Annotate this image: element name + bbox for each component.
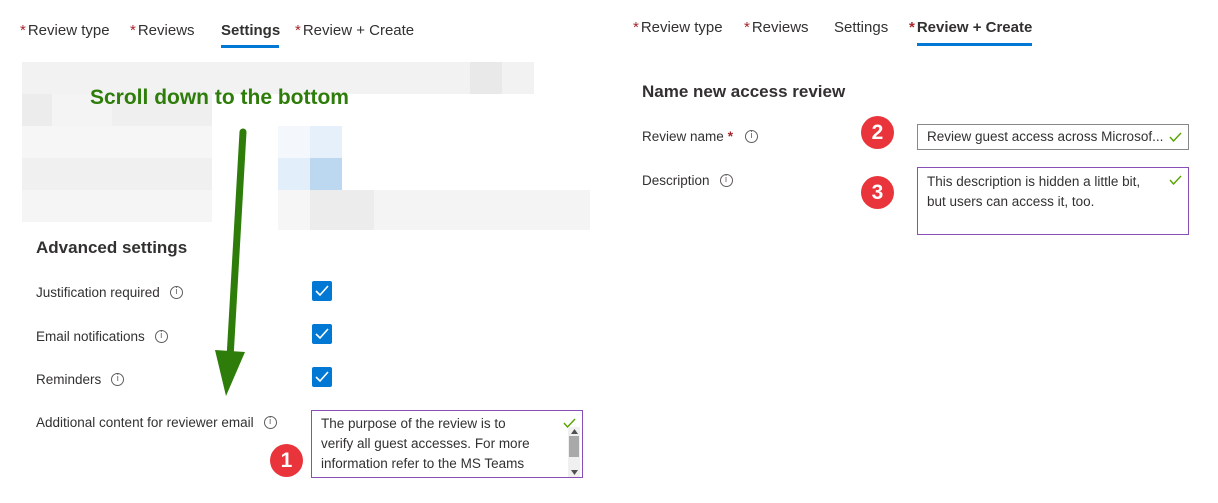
required-mark: * bbox=[909, 19, 915, 36]
tab-review-create[interactable]: * Review + Create bbox=[295, 22, 414, 39]
textarea-line: but users can access it, too. bbox=[927, 194, 1095, 209]
tab-settings[interactable]: Settings bbox=[834, 19, 888, 36]
email-notifications-checkbox[interactable] bbox=[312, 324, 332, 344]
tab-review-type[interactable]: * Review type bbox=[20, 22, 110, 39]
info-icon[interactable]: i bbox=[745, 130, 759, 143]
additional-content-label: Additional content for reviewer email i bbox=[36, 415, 277, 430]
info-icon[interactable]: i bbox=[111, 373, 125, 386]
tab-label: Review + Create bbox=[302, 22, 415, 39]
required-mark: * bbox=[744, 19, 750, 36]
checkmark-icon bbox=[1169, 175, 1182, 185]
reminders-checkbox[interactable] bbox=[312, 367, 332, 387]
review-name-input[interactable]: Review guest access across Microsof... bbox=[917, 124, 1189, 150]
additional-content-textarea[interactable]: The purpose of the review is to verify a… bbox=[311, 410, 583, 478]
checkmark-icon bbox=[315, 371, 329, 382]
tab-label: Settings bbox=[834, 19, 889, 36]
textarea-line: information refer to the MS Teams bbox=[321, 456, 525, 471]
tab-reviews[interactable]: * Reviews bbox=[130, 22, 195, 39]
info-icon[interactable]: i bbox=[263, 416, 277, 429]
scroll-annotation: Scroll down to the bottom bbox=[90, 86, 349, 109]
checkmark-icon bbox=[315, 285, 329, 296]
textarea-line: The purpose of the review is to bbox=[321, 416, 506, 431]
checkmark-icon bbox=[315, 328, 329, 339]
tab-review-create[interactable]: * Review + Create bbox=[909, 19, 1032, 36]
info-icon[interactable]: i bbox=[154, 330, 168, 343]
checkmark-icon bbox=[1169, 132, 1182, 142]
review-name-label: Review name * i bbox=[642, 129, 759, 144]
advanced-settings-title: Advanced settings bbox=[36, 238, 188, 257]
required-mark: * bbox=[727, 129, 734, 144]
tab-reviews[interactable]: * Reviews bbox=[744, 19, 809, 36]
textarea-line: This description is hidden a little bit, bbox=[927, 174, 1141, 189]
required-mark: * bbox=[295, 22, 301, 39]
tab-label: Review type bbox=[640, 19, 723, 36]
active-tab-indicator bbox=[221, 45, 279, 48]
label-text: Justification required bbox=[36, 285, 160, 300]
step-badge-2: 2 bbox=[861, 116, 894, 149]
label-text: Description bbox=[642, 173, 710, 188]
tab-label: Reviews bbox=[751, 19, 809, 36]
input-value: Review guest access across Microsof... bbox=[927, 129, 1164, 144]
page-title: Name new access review bbox=[642, 82, 846, 101]
email-notifications-label: Email notifications i bbox=[36, 329, 168, 344]
scroll-down-icon[interactable] bbox=[571, 470, 578, 475]
reminders-label: Reminders i bbox=[36, 372, 125, 387]
required-mark: * bbox=[20, 22, 26, 39]
justification-label: Justification required i bbox=[36, 285, 183, 300]
scroll-up-icon[interactable] bbox=[571, 429, 578, 434]
tab-review-type[interactable]: * Review type bbox=[633, 19, 723, 36]
label-text: Additional content for reviewer email bbox=[36, 415, 254, 430]
required-mark: * bbox=[130, 22, 136, 39]
step-badge-1: 1 bbox=[270, 444, 303, 477]
description-label: Description i bbox=[642, 173, 733, 188]
active-tab-indicator bbox=[917, 43, 1032, 46]
green-arrow-icon bbox=[215, 128, 247, 396]
tab-settings[interactable]: Settings bbox=[221, 22, 280, 39]
textarea-line: verify all guest accesses. For more bbox=[321, 436, 530, 451]
label-text: Review name bbox=[642, 129, 724, 144]
label-text: Reminders bbox=[36, 372, 102, 387]
info-icon[interactable]: i bbox=[719, 174, 733, 187]
scroll-thumb[interactable] bbox=[569, 436, 579, 457]
justification-checkbox[interactable] bbox=[312, 281, 332, 301]
tab-label: Settings bbox=[221, 22, 281, 39]
info-icon[interactable]: i bbox=[169, 286, 183, 299]
textarea-scrollbar[interactable] bbox=[568, 427, 580, 477]
required-mark: * bbox=[633, 19, 639, 36]
label-text: Email notifications bbox=[36, 329, 145, 344]
tab-label: Review + Create bbox=[916, 19, 1033, 36]
step-badge-3: 3 bbox=[861, 176, 894, 209]
tab-label: Review type bbox=[27, 22, 110, 39]
tab-label: Reviews bbox=[137, 22, 195, 39]
description-textarea[interactable]: This description is hidden a little bit,… bbox=[917, 167, 1189, 235]
